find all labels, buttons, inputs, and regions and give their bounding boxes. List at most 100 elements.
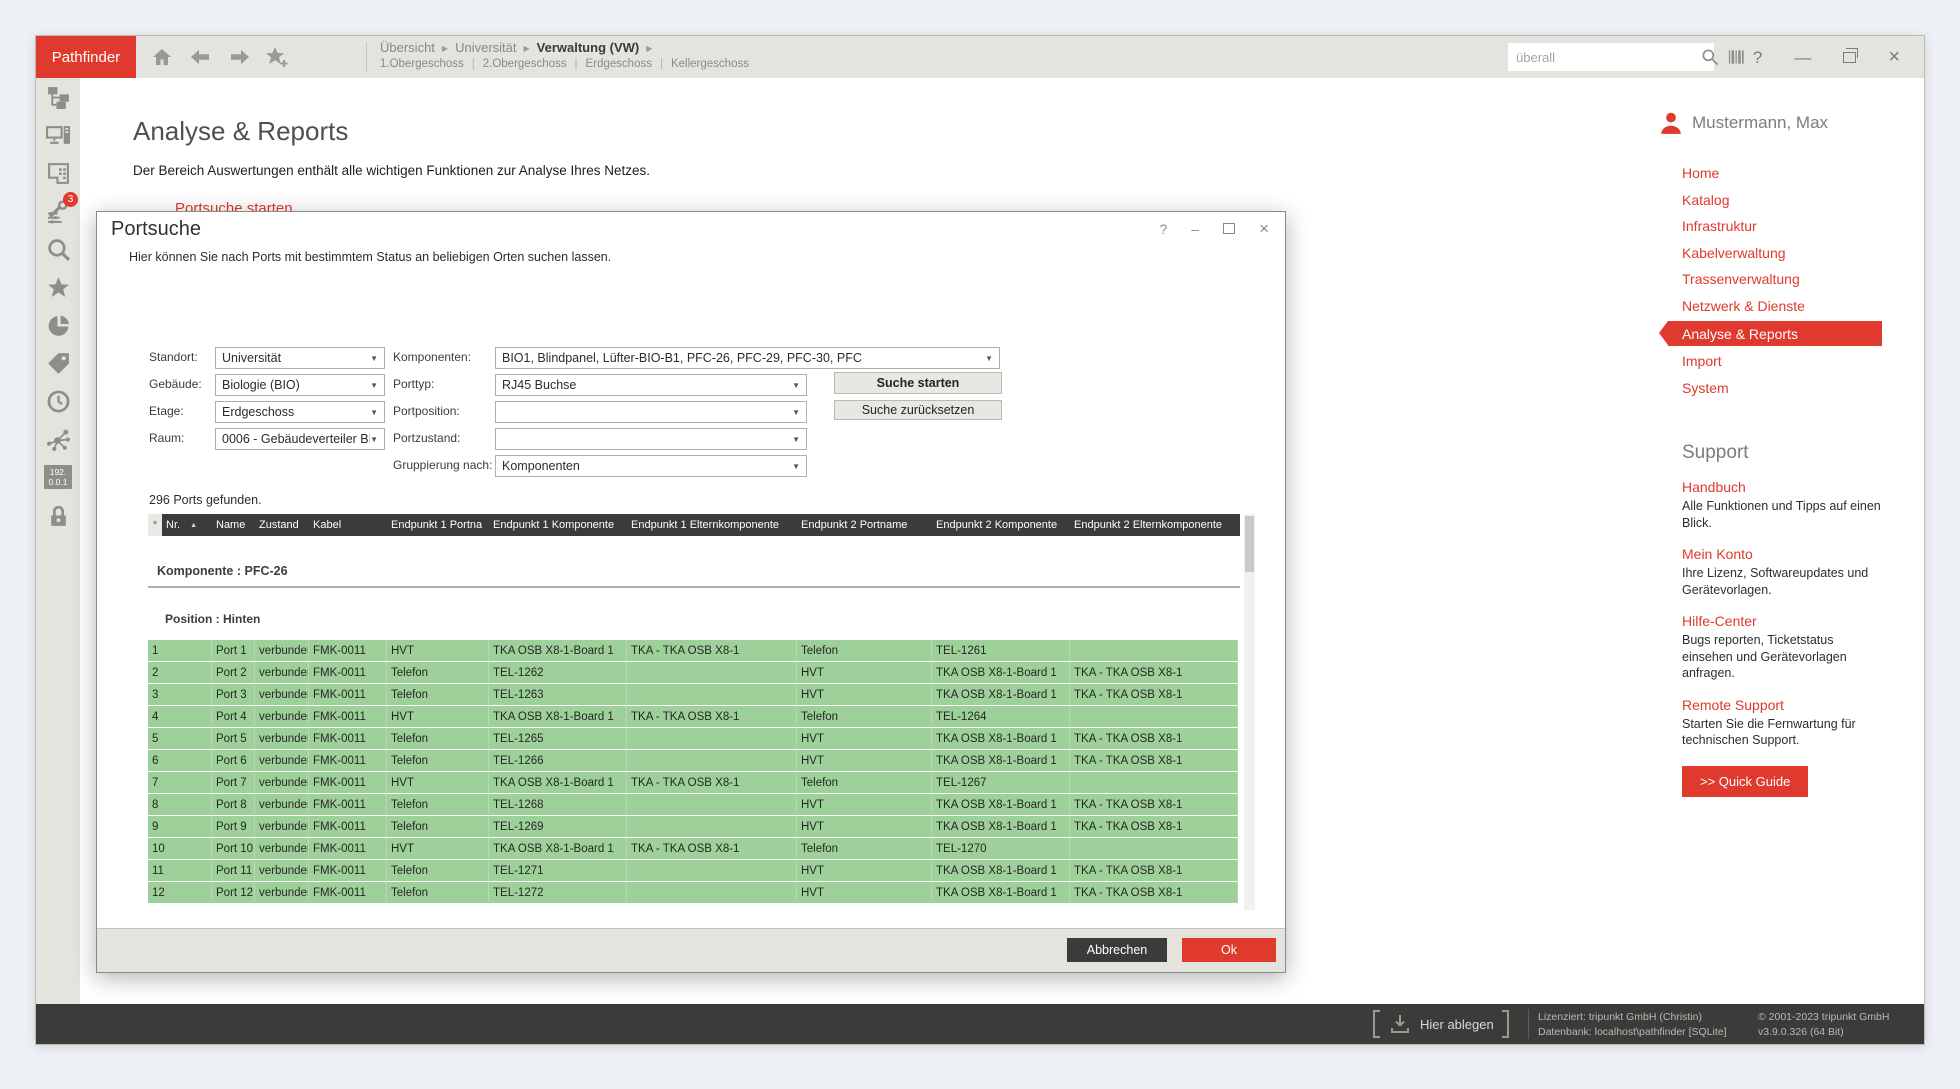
- search-icon[interactable]: [36, 230, 80, 268]
- sidebar-item-trassenverwaltung[interactable]: Trassenverwaltung: [1682, 266, 1924, 293]
- dialog-help-icon[interactable]: ?: [1159, 222, 1167, 236]
- abbrechen-button[interactable]: Abbrechen: [1067, 938, 1167, 962]
- back-arrow-icon[interactable]: [186, 45, 214, 69]
- table-cell: FMK-0011: [309, 838, 387, 860]
- user-name[interactable]: Mustermann, Max: [1692, 113, 1828, 133]
- scrollbar-thumb[interactable]: [1245, 516, 1254, 572]
- dialog-close-icon[interactable]: ×: [1259, 220, 1269, 237]
- sidebar-item-system[interactable]: System: [1682, 375, 1924, 402]
- column-header[interactable]: Zustand: [255, 514, 309, 536]
- sidebar-item-kabelverwaltung[interactable]: Kabelverwaltung: [1682, 240, 1924, 267]
- table-row[interactable]: 2Port 2verbundenFMK-0011TelefonTEL-1262H…: [148, 662, 1240, 684]
- sidebar-item-import[interactable]: Import: [1682, 348, 1924, 375]
- ok-button[interactable]: Ok: [1182, 938, 1276, 962]
- tools-icon[interactable]: 3: [36, 192, 80, 230]
- table-row[interactable]: 1Port 1verbundenFMK-0011HVTTKA OSB X8-1-…: [148, 640, 1240, 662]
- barcode-scan-icon[interactable]: [1726, 47, 1748, 67]
- support-link: Mein KontoIhre Lizenz, Softwareupdates u…: [1682, 546, 1898, 598]
- table-cell: TKA OSB X8-1-Board 1: [932, 750, 1070, 772]
- table-row[interactable]: 4Port 4verbundenFMK-0011HVTTKA OSB X8-1-…: [148, 706, 1240, 728]
- sidebar-item-infrastruktur[interactable]: Infrastruktur: [1682, 213, 1924, 240]
- breadcrumb-item[interactable]: Universität: [455, 40, 516, 55]
- table-row[interactable]: 12Port 12verbundenFMK-0011TelefonTEL-127…: [148, 882, 1240, 904]
- column-header[interactable]: Endpunkt 2 Komponente: [932, 514, 1070, 536]
- komponenten-select[interactable]: BIO1, Blindpanel, Lüfter-BIO-B1, PFC-26,…: [495, 347, 1000, 369]
- drop-zone[interactable]: Hier ablegen: [1373, 1004, 1509, 1044]
- table-row[interactable]: 3Port 3verbundenFMK-0011TelefonTEL-1263H…: [148, 684, 1240, 706]
- topology-icon[interactable]: [36, 78, 80, 116]
- dialog-maximize-icon[interactable]: [1223, 223, 1235, 234]
- portzustand-select[interactable]: ▼: [495, 428, 807, 450]
- support-link-title[interactable]: Remote Support: [1682, 697, 1898, 713]
- floor-link[interactable]: 1.Obergeschoss: [380, 58, 464, 70]
- table-row[interactable]: 11Port 11verbundenFMK-0011TelefonTEL-127…: [148, 860, 1240, 882]
- sidebar-item-katalog[interactable]: Katalog: [1682, 187, 1924, 214]
- dialog-minimize-icon[interactable]: –: [1191, 222, 1199, 236]
- table-row[interactable]: 7Port 7verbundenFMK-0011HVTTKA OSB X8-1-…: [148, 772, 1240, 794]
- support-link-title[interactable]: Hilfe-Center: [1682, 613, 1898, 629]
- table-cell: FMK-0011: [309, 750, 387, 772]
- table-cell: [1070, 838, 1238, 860]
- floor-link[interactable]: 2.Obergeschoss: [464, 58, 567, 70]
- porttyp-select[interactable]: RJ45 Buchse▼: [495, 374, 807, 396]
- table-row[interactable]: 6Port 6verbundenFMK-0011TelefonTEL-1266H…: [148, 750, 1240, 772]
- search-icon[interactable]: [1700, 47, 1720, 67]
- table-row[interactable]: 10Port 10verbundenFMK-0011HVTTKA OSB X8-…: [148, 838, 1240, 860]
- table-cell: TKA - TKA OSB X8-1: [627, 640, 797, 662]
- table-row[interactable]: 8Port 8verbundenFMK-0011TelefonTEL-1268H…: [148, 794, 1240, 816]
- search-input[interactable]: [1508, 50, 1700, 65]
- tag-icon[interactable]: [36, 344, 80, 382]
- workstation-icon[interactable]: [36, 116, 80, 154]
- help-icon[interactable]: ?: [1753, 49, 1762, 66]
- table-cell: [627, 684, 797, 706]
- column-chooser-icon[interactable]: *: [148, 514, 162, 536]
- floorplan-icon[interactable]: [36, 154, 80, 192]
- support-link-title[interactable]: Handbuch: [1682, 479, 1898, 495]
- column-header[interactable]: Endpunkt 2 Portname: [797, 514, 932, 536]
- column-header[interactable]: Kabel: [309, 514, 387, 536]
- quick-guide-button[interactable]: >> Quick Guide: [1682, 766, 1808, 797]
- column-header[interactable]: Endpunkt 1 Portna: [387, 514, 489, 536]
- floor-link[interactable]: Kellergeschoss: [652, 58, 749, 70]
- table-cell: HVT: [797, 860, 932, 882]
- portposition-select[interactable]: ▼: [495, 401, 807, 423]
- table-cell: HVT: [387, 640, 489, 662]
- breadcrumb-item[interactable]: Übersicht: [380, 40, 435, 55]
- sidebar-item-home[interactable]: Home: [1682, 160, 1924, 187]
- column-header-label: Kabel: [313, 519, 341, 531]
- breadcrumb-current[interactable]: Verwaltung (VW): [537, 40, 640, 55]
- table-cell: TEL-1267: [932, 772, 1070, 794]
- table-cell: Telefon: [387, 662, 489, 684]
- ip-address-icon[interactable]: 192.0.0.1: [36, 458, 80, 496]
- chevron-down-icon: ▼: [985, 354, 999, 363]
- network-icon[interactable]: [36, 420, 80, 458]
- sidebar-item-netzwerk-dienste[interactable]: Netzwerk & Dienste: [1682, 293, 1924, 320]
- suche-starten-button[interactable]: Suche starten: [834, 372, 1002, 394]
- app-logo[interactable]: Pathfinder: [36, 36, 136, 78]
- column-header[interactable]: Endpunkt 1 Komponente: [489, 514, 627, 536]
- minimize-icon[interactable]: —: [1794, 49, 1811, 66]
- history-clock-icon[interactable]: [36, 382, 80, 420]
- gruppierung-select[interactable]: Komponenten▼: [495, 455, 807, 477]
- piechart-icon[interactable]: [36, 306, 80, 344]
- table-row[interactable]: 9Port 9verbundenFMK-0011TelefonTEL-1269H…: [148, 816, 1240, 838]
- favorites-star-icon[interactable]: [36, 268, 80, 306]
- column-header[interactable]: Endpunkt 1 Elternkomponente: [627, 514, 797, 536]
- table-row[interactable]: 5Port 5verbundenFMK-0011TelefonTEL-1265H…: [148, 728, 1240, 750]
- suche-zuruecksetzen-button[interactable]: Suche zurücksetzen: [834, 400, 1002, 420]
- close-icon[interactable]: ×: [1888, 47, 1900, 67]
- forward-arrow-icon[interactable]: [226, 45, 254, 69]
- lock-icon[interactable]: [36, 496, 80, 534]
- restore-window-icon[interactable]: [1843, 52, 1856, 63]
- table-scrollbar[interactable]: [1244, 514, 1255, 910]
- sidebar-item-analyse-reports[interactable]: Analyse & Reports: [1668, 321, 1882, 346]
- column-header[interactable]: Nr.▲: [162, 514, 212, 536]
- subgroup-header[interactable]: Position : Hinten: [165, 612, 260, 626]
- column-header[interactable]: Endpunkt 2 Elternkomponente: [1070, 514, 1238, 536]
- column-header[interactable]: Name: [212, 514, 255, 536]
- add-favorite-star-icon[interactable]: [262, 45, 290, 69]
- support-link-title[interactable]: Mein Konto: [1682, 546, 1898, 562]
- floor-link[interactable]: Erdgeschoss: [567, 58, 652, 70]
- group-header[interactable]: Komponente : PFC-26: [157, 564, 288, 578]
- home-icon[interactable]: [148, 45, 176, 69]
